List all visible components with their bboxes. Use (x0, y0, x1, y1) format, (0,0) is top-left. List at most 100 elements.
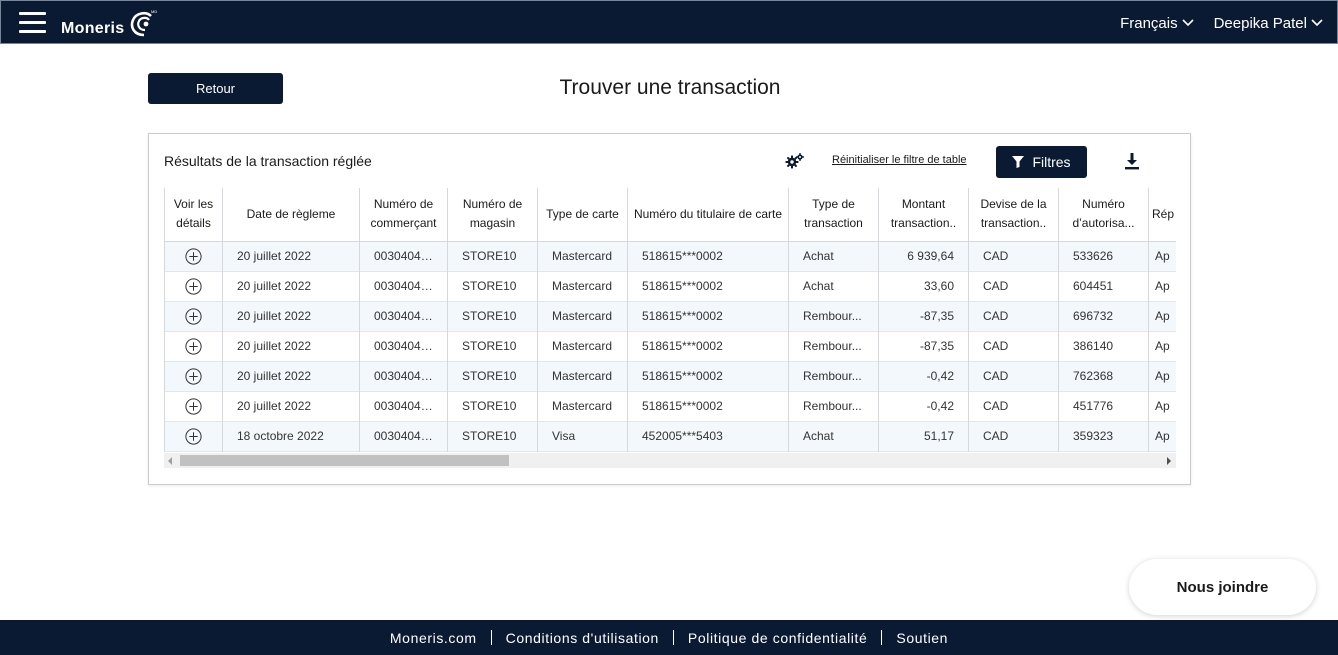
footer-link-moneris[interactable]: Moneris.com (376, 630, 491, 646)
cell-card-type: Mastercard (537, 301, 628, 331)
cell-resp: Ap (1148, 391, 1176, 421)
user-menu[interactable]: Deepika Patel (1214, 15, 1323, 32)
column-header[interactable]: Montant transaction.. (878, 188, 969, 241)
gear-icon[interactable] (785, 152, 805, 170)
footer-link-support[interactable]: Soutien (882, 630, 962, 646)
svg-text:MD: MD (151, 9, 157, 14)
cell-date: 18 octobre 2022 (222, 421, 360, 451)
cell-amount: -87,35 (878, 301, 969, 331)
language-selector[interactable]: Français (1120, 15, 1194, 32)
cell-amount: -0,42 (878, 391, 969, 421)
column-header[interactable]: Date de règleme (222, 188, 360, 241)
cell-store: STORE10 (447, 301, 538, 331)
cell-date: 20 juillet 2022 (222, 271, 360, 301)
table-row[interactable]: 20 juillet 2022 00304048... STORE10 Masterc… (164, 301, 1176, 331)
page-title: Trouver une transaction (559, 76, 781, 99)
cell-resp: Ap (1148, 271, 1176, 301)
column-header[interactable]: Rép (1148, 188, 1176, 241)
transactions-table-container[interactable]: Voir les détails Date de règleme Numéro de… (164, 188, 1176, 468)
panel-title: Résultats de la transaction réglée (164, 153, 372, 169)
table-row[interactable]: 20 juillet 2022 00304048... STORE10 Masterc… (164, 331, 1176, 361)
cell-merchant: 00304048... (359, 331, 448, 361)
plus-circle-icon[interactable] (185, 307, 202, 325)
details-cell (164, 421, 223, 451)
cell-amount: -87,35 (878, 331, 969, 361)
footer-link-privacy[interactable]: Politique de confidentialité (674, 630, 881, 646)
cell-merchant: 00304048... (359, 361, 448, 391)
cell-currency: CAD (968, 331, 1059, 361)
scrollbar-thumb[interactable] (180, 455, 509, 466)
filters-label: Filtres (1032, 154, 1071, 170)
table-row[interactable]: 18 octobre 2022 00304048... STORE10 Visa 452… (164, 421, 1176, 451)
cell-card-number: 518615***0002 (627, 391, 789, 421)
cell-store: STORE10 (447, 421, 538, 451)
column-header[interactable]: Voir les détails (164, 188, 223, 241)
cell-currency: CAD (968, 421, 1059, 451)
cell-txn-type: Rembour... (788, 331, 879, 361)
column-header[interactable]: Type de transaction (788, 188, 879, 241)
column-header[interactable]: Numéro de magasin (447, 188, 538, 241)
cell-card-type: Mastercard (537, 391, 628, 421)
plus-circle-icon[interactable] (185, 247, 202, 265)
cell-card-type: Mastercard (537, 361, 628, 391)
cell-merchant: 00304048... (359, 271, 448, 301)
details-cell (164, 241, 223, 271)
chevron-down-icon (1182, 19, 1194, 27)
plus-circle-icon[interactable] (185, 337, 202, 355)
back-button[interactable]: Retour (148, 73, 283, 104)
plus-circle-icon[interactable] (185, 367, 202, 385)
download-icon[interactable] (1124, 153, 1140, 170)
contact-us-button[interactable]: Nous joindre (1129, 559, 1316, 615)
filter-icon (1012, 156, 1025, 168)
results-panel: Résultats de la transaction réglée Réini… (148, 133, 1191, 485)
cell-card-number: 452005***5403 (627, 421, 789, 451)
details-cell (164, 391, 223, 421)
details-cell (164, 301, 223, 331)
column-header[interactable]: Type de carte (537, 188, 628, 241)
column-header[interactable]: Numéro de commerçant (359, 188, 448, 241)
horizontal-scrollbar[interactable] (164, 453, 1176, 468)
cell-merchant: 00304048... (359, 241, 448, 271)
footer-link-terms[interactable]: Conditions d'utilisation (492, 630, 673, 646)
table-row[interactable]: 20 juillet 2022 00304048... STORE10 Masterc… (164, 271, 1176, 301)
cell-txn-type: Achat (788, 241, 879, 271)
cell-auth: 696732 (1058, 301, 1149, 331)
top-navigation-bar: Moneris MD Français Deepika Patel (0, 0, 1338, 44)
plus-circle-icon[interactable] (185, 427, 202, 445)
reset-table-filter-link[interactable]: Réinitialiser le filtre de table (832, 154, 967, 166)
cell-card-type: Mastercard (537, 271, 628, 301)
cell-txn-type: Rembour... (788, 361, 879, 391)
column-header[interactable]: Numéro du titulaire de carte (627, 188, 789, 241)
cell-date: 20 juillet 2022 (222, 241, 360, 271)
filters-button[interactable]: Filtres (996, 146, 1087, 178)
table-row[interactable]: 20 juillet 2022 00304048... STORE10 Masterc… (164, 361, 1176, 391)
chevron-down-icon (1311, 19, 1323, 27)
cell-date: 20 juillet 2022 (222, 301, 360, 331)
cell-card-number: 518615***0002 (627, 301, 789, 331)
cell-amount: -0,42 (878, 361, 969, 391)
cell-date: 20 juillet 2022 (222, 361, 360, 391)
cell-resp: Ap (1148, 331, 1176, 361)
scroll-left-arrow[interactable] (168, 457, 172, 465)
cell-txn-type: Achat (788, 271, 879, 301)
column-header[interactable]: Devise de la transaction.. (968, 188, 1059, 241)
hamburger-icon[interactable] (19, 12, 46, 34)
cell-amount: 51,17 (878, 421, 969, 451)
cell-auth: 451776 (1058, 391, 1149, 421)
cell-resp: Ap (1148, 361, 1176, 391)
scroll-right-arrow[interactable] (1167, 457, 1171, 465)
plus-circle-icon[interactable] (185, 277, 202, 295)
cell-resp: Ap (1148, 421, 1176, 451)
cell-txn-type: Achat (788, 421, 879, 451)
moneris-logo[interactable]: Moneris MD (61, 7, 158, 39)
cell-card-number: 518615***0002 (627, 361, 789, 391)
cell-currency: CAD (968, 391, 1059, 421)
plus-circle-icon[interactable] (185, 397, 202, 415)
cell-store: STORE10 (447, 271, 538, 301)
table-row[interactable]: 20 juillet 2022 00304048... STORE10 Masterc… (164, 241, 1176, 271)
cell-resp: Ap (1148, 301, 1176, 331)
cell-currency: CAD (968, 361, 1059, 391)
cell-auth: 533626 (1058, 241, 1149, 271)
column-header[interactable]: Numéro d’autorisa... (1058, 188, 1149, 241)
table-row[interactable]: 20 juillet 2022 00304048... STORE10 Masterc… (164, 391, 1176, 421)
